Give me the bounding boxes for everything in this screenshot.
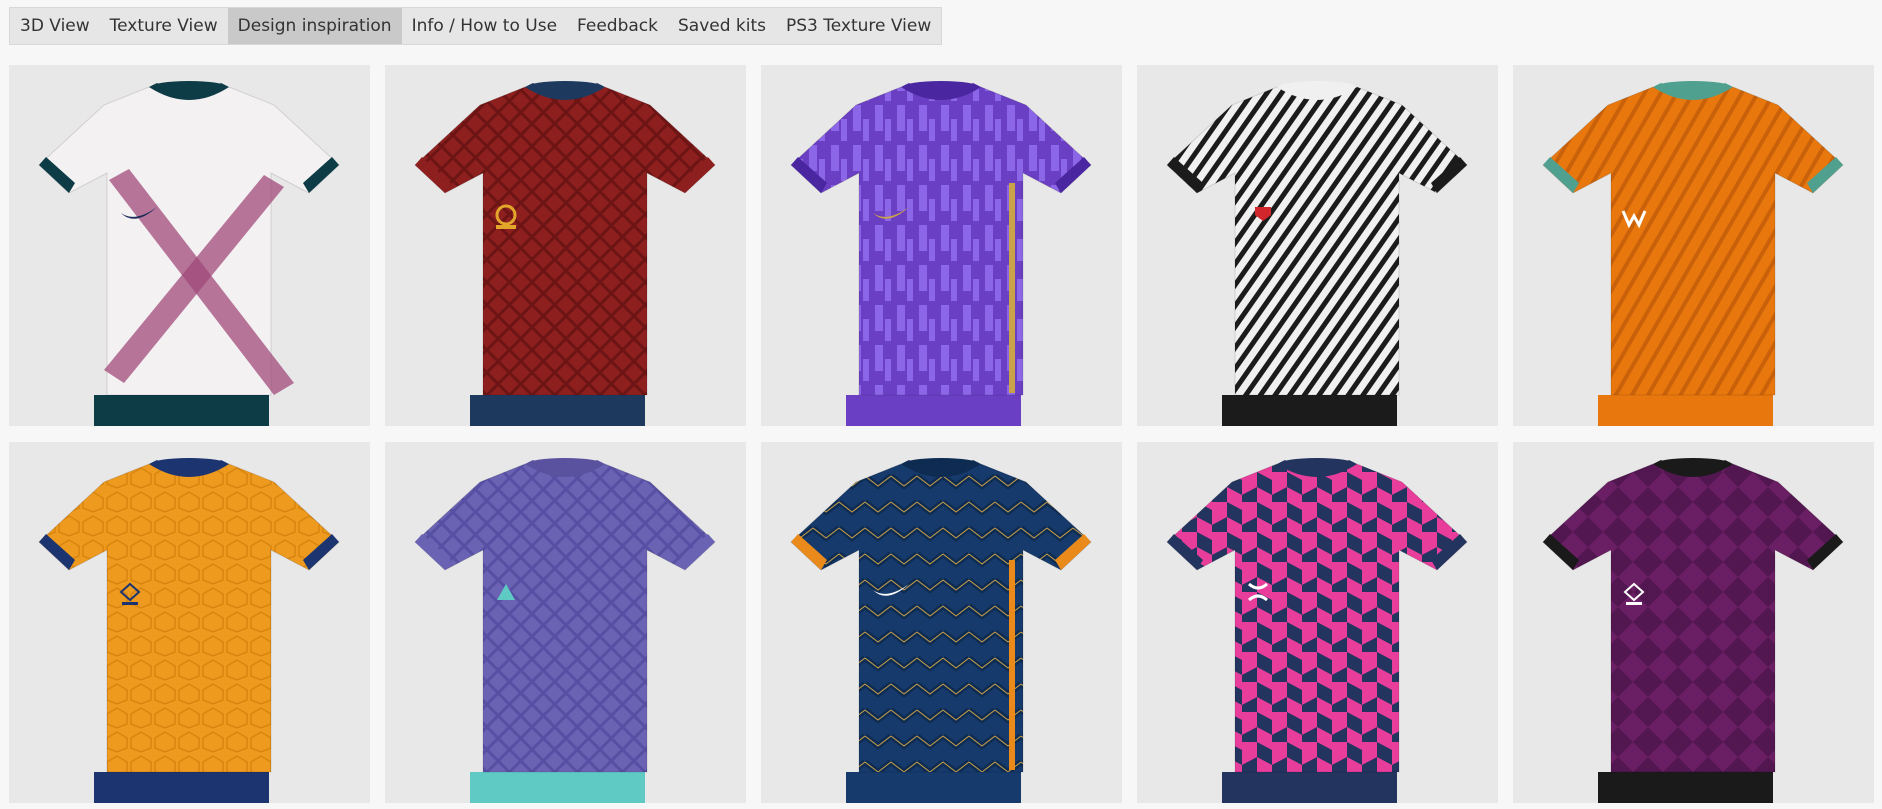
jersey-illustration <box>1166 458 1468 803</box>
kit-card-5[interactable] <box>1513 65 1874 426</box>
kit-card-9[interactable] <box>1137 442 1498 803</box>
tab-feedback[interactable]: Feedback <box>567 8 668 44</box>
kit-card-1[interactable] <box>9 65 370 426</box>
top-navigation: 3D View Texture View Design inspiration Inf… <box>9 7 943 45</box>
kit-card-10[interactable] <box>1513 442 1874 803</box>
jersey-illustration <box>1542 458 1844 803</box>
tab-ps3-texture-view[interactable]: PS3 Texture View <box>776 8 941 44</box>
design-inspiration-gallery <box>9 65 1875 803</box>
tab-3d-view[interactable]: 3D View <box>10 8 100 44</box>
jersey-illustration <box>38 81 340 426</box>
tab-info-how-to-use[interactable]: Info / How to Use <box>402 8 567 44</box>
tab-texture-view[interactable]: Texture View <box>100 8 228 44</box>
kit-card-6[interactable] <box>9 442 370 803</box>
jersey-illustration <box>38 458 340 803</box>
kit-card-8[interactable] <box>761 442 1122 803</box>
jersey-illustration <box>414 81 716 426</box>
jersey-illustration <box>790 81 1092 426</box>
kit-card-3[interactable] <box>761 65 1122 426</box>
kit-card-2[interactable] <box>385 65 746 426</box>
jersey-illustration <box>1542 81 1844 426</box>
tab-design-inspiration[interactable]: Design inspiration <box>227 8 402 44</box>
jersey-illustration <box>790 458 1092 803</box>
kit-card-4[interactable] <box>1137 65 1498 426</box>
kit-card-7[interactable] <box>385 442 746 803</box>
jersey-illustration <box>1166 81 1468 426</box>
jersey-illustration <box>414 458 716 803</box>
tab-saved-kits[interactable]: Saved kits <box>668 8 776 44</box>
